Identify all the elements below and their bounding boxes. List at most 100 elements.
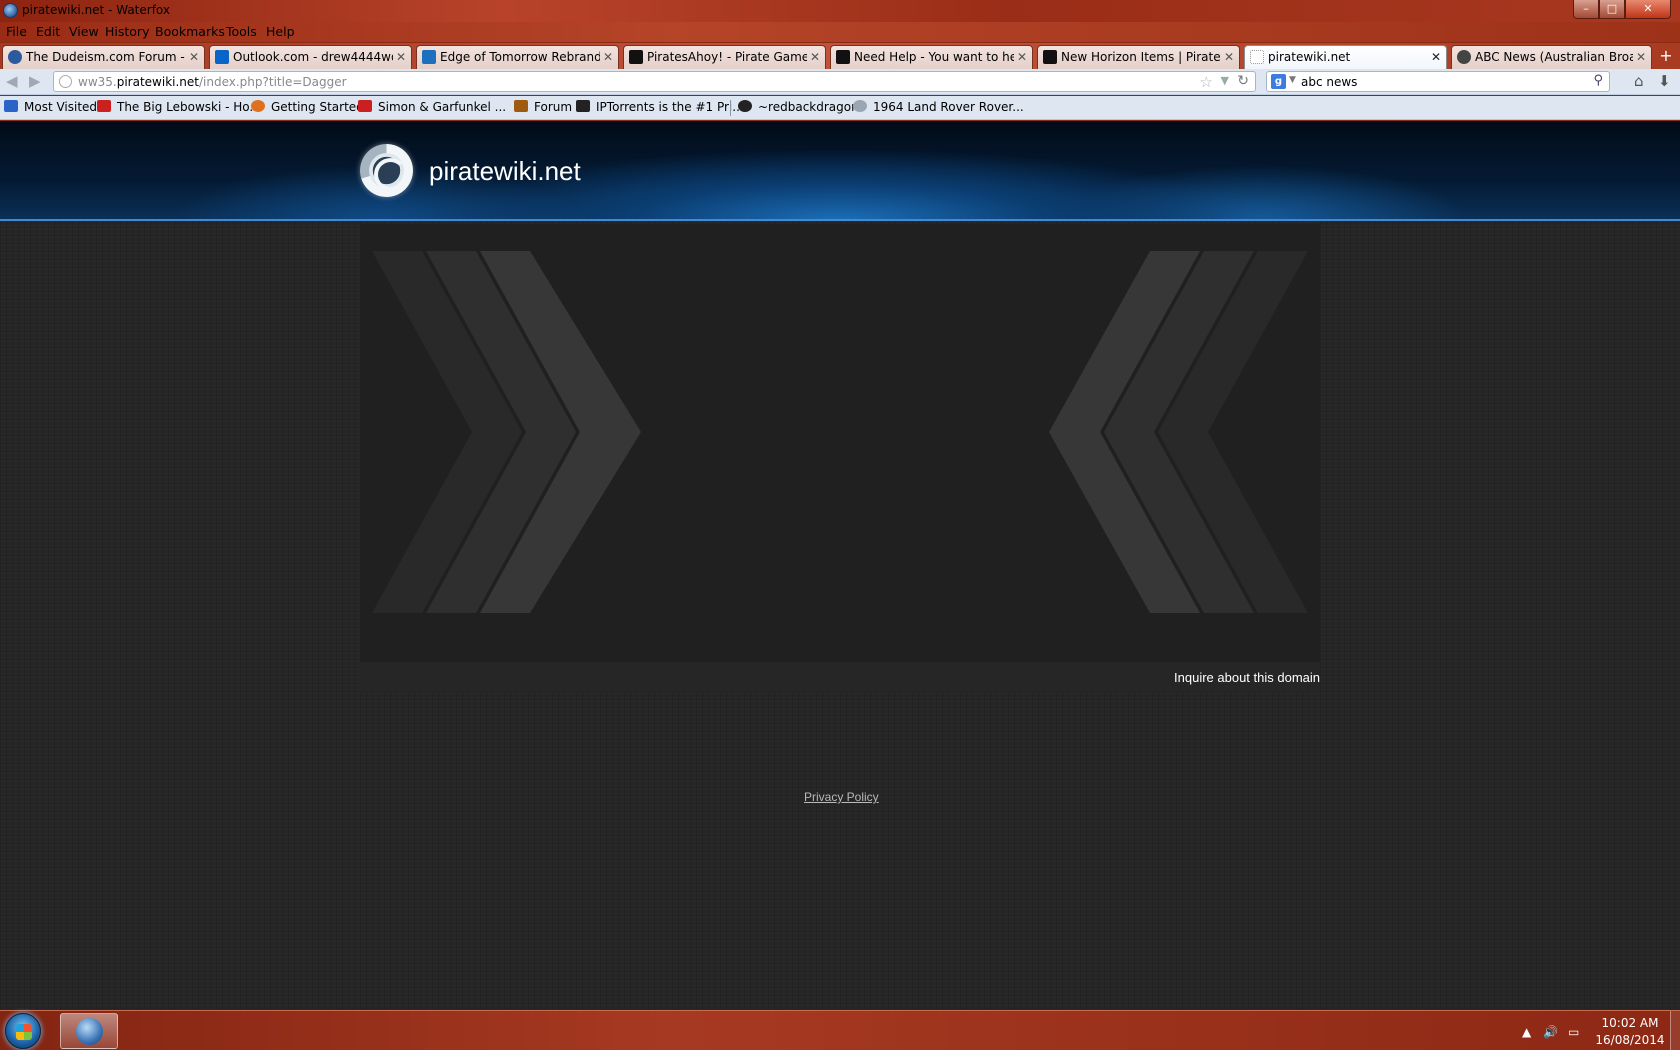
forward-button[interactable]: ▶ — [29, 72, 41, 90]
privacy-policy-link[interactable]: Privacy Policy — [804, 790, 879, 804]
maximize-icon: □ — [1606, 2, 1618, 15]
bookmark-getting-started[interactable]: Getting Started — [251, 100, 364, 114]
menu-tools[interactable]: Tools — [226, 24, 257, 39]
tab-abc-news[interactable]: ABC News (Australian Broad... ✕ — [1451, 45, 1652, 69]
menu-view[interactable]: View — [69, 24, 99, 39]
menu-history[interactable]: History — [105, 24, 149, 39]
window-title: piratewiki.net - Waterfox — [22, 3, 170, 17]
windows-logo-icon — [16, 1024, 32, 1040]
maximize-button[interactable]: □ — [1599, 0, 1625, 19]
banner-footer: Inquire about this domain — [360, 662, 1320, 692]
navigation-toolbar: ◀ ▶ ww35.piratewiki.net/index.php?title=… — [0, 69, 1680, 95]
tab-close-icon[interactable]: ✕ — [1636, 50, 1646, 64]
outlook-favicon — [215, 50, 229, 64]
bookmark-big-lebowski[interactable]: The Big Lebowski - Ho... — [97, 100, 261, 114]
back-button[interactable]: ◀ — [6, 72, 18, 90]
tab-close-icon[interactable]: ✕ — [603, 50, 613, 64]
bookmark-label: ~redbackdragon — [758, 100, 859, 114]
engine-dropdown-icon[interactable]: ▼ — [1289, 75, 1296, 85]
waterfox-globe-icon — [76, 1018, 103, 1045]
download-icon[interactable]: ⬇ — [1658, 72, 1671, 90]
bookmark-land-rover[interactable]: 1964 Land Rover Rover... — [853, 100, 1024, 114]
bookmark-simon-garfunkel[interactable]: Simon & Garfunkel ... — [358, 100, 506, 114]
tab-new-horizon[interactable]: New Horizon Items | PiratesA... ✕ — [1037, 45, 1240, 69]
url-host: piratewiki.net — [116, 75, 199, 89]
menu-bar: File Edit View History Bookmarks Tools H… — [0, 22, 1680, 42]
bookmark-label: IPTorrents is the #1 Pri... — [596, 100, 744, 114]
page-favicon — [422, 50, 436, 64]
dudeism-favicon — [8, 50, 22, 64]
most-visited-icon — [4, 100, 18, 112]
bookmark-label: Simon & Garfunkel ... — [378, 100, 507, 114]
url-bar[interactable]: ww35.piratewiki.net/index.php?title=Dagg… — [53, 71, 1256, 92]
waterfox-app-icon[interactable] — [3, 3, 18, 18]
reload-icon[interactable]: ↻ — [1237, 73, 1249, 89]
volume-icon[interactable]: 🔊 — [1543, 1025, 1558, 1039]
menu-help[interactable]: Help — [266, 24, 295, 39]
pirate-flag-favicon — [629, 50, 643, 64]
abc-favicon — [1457, 50, 1471, 64]
url-history-dropdown-icon[interactable]: ▼ — [1221, 74, 1229, 87]
tab-close-icon[interactable]: ✕ — [189, 50, 199, 64]
tab-edge-of-tomorrow[interactable]: Edge of Tomorrow Rebrands ... ✕ — [416, 45, 619, 69]
bookmark-label: Most Visited — [24, 100, 98, 114]
menu-file[interactable]: File — [6, 24, 27, 39]
menu-bookmarks[interactable]: Bookmarks — [155, 24, 225, 39]
bookmarks-separator — [730, 100, 731, 116]
inquire-domain-link[interactable]: Inquire about this domain — [1174, 670, 1320, 685]
youtube-icon — [97, 100, 111, 112]
site-logo-icon — [360, 144, 413, 197]
bookmark-label: The Big Lebowski - Ho... — [117, 100, 261, 114]
clock-date[interactable]: 16/08/2014 — [1592, 1033, 1668, 1047]
bookmark-most-visited[interactable]: Most Visited — [4, 100, 97, 114]
bookmark-redbackdragon[interactable]: ~redbackdragon — [738, 100, 859, 114]
url-path: /index.php?title=Dagger — [198, 75, 347, 89]
blank-page-favicon — [1250, 50, 1264, 64]
tab-close-icon[interactable]: ✕ — [1431, 50, 1441, 64]
bookmark-star-icon[interactable]: ☆ — [1200, 73, 1213, 91]
tab-label: Edge of Tomorrow Rebrands ... — [440, 50, 600, 64]
tab-piratesahoy[interactable]: PiratesAhoy! - Pirate Games |... ✕ — [623, 45, 826, 69]
tab-label: The Dudeism.com Forum - I... — [26, 50, 186, 64]
tray-expand-icon[interactable]: ▲ — [1522, 1025, 1531, 1039]
site-identity-icon[interactable] — [59, 75, 72, 88]
search-input[interactable] — [1301, 73, 1571, 90]
tab-piratewiki-active[interactable]: piratewiki.net ✕ — [1244, 45, 1447, 70]
domain-parking-banner — [360, 224, 1320, 662]
search-bar: g ▼ ⚲ — [1266, 71, 1610, 92]
windows-taskbar: ▲ 🔊 ▭ 10:02 AM 16/08/2014 — [0, 1010, 1680, 1050]
tab-close-icon[interactable]: ✕ — [396, 50, 406, 64]
tab-strip: The Dudeism.com Forum - I... ✕ Outlook.c… — [0, 43, 1680, 70]
network-icon[interactable]: ▭ — [1568, 1025, 1579, 1039]
menu-edit[interactable]: Edit — [36, 24, 60, 39]
page-viewport[interactable]: piratewiki.net Inquire about this domain… — [0, 121, 1680, 1010]
minimize-button[interactable]: – — [1573, 0, 1599, 19]
new-tab-button[interactable]: + — [1655, 46, 1677, 66]
tab-outlook[interactable]: Outlook.com - drew4444woo... ✕ — [209, 45, 412, 69]
start-button[interactable] — [5, 1013, 41, 1049]
show-desktop-button[interactable] — [1670, 1011, 1680, 1050]
site-header: piratewiki.net — [0, 121, 1680, 221]
url-text[interactable]: ww35.piratewiki.net/index.php?title=Dagg… — [78, 75, 347, 89]
tab-need-help[interactable]: Need Help - You want to hel... ✕ — [830, 45, 1033, 69]
bookmark-forum[interactable]: Forum — [514, 100, 572, 114]
window-titlebar[interactable]: piratewiki.net - Waterfox – □ ✕ — [0, 0, 1680, 22]
close-icon: ✕ — [1643, 2, 1653, 15]
plus-icon: + — [1659, 46, 1673, 65]
home-icon[interactable]: ⌂ — [1634, 72, 1644, 90]
tab-close-icon[interactable]: ✕ — [810, 50, 820, 64]
clock-time[interactable]: 10:02 AM — [1600, 1016, 1660, 1030]
close-window-button[interactable]: ✕ — [1625, 0, 1671, 19]
tab-label: piratewiki.net — [1268, 50, 1351, 64]
tab-dudeism[interactable]: The Dudeism.com Forum - I... ✕ — [2, 45, 205, 69]
firefox-icon — [251, 100, 265, 112]
minimize-icon: – — [1583, 2, 1589, 15]
taskbar-waterfox-button[interactable] — [60, 1013, 118, 1049]
site-name: piratewiki.net — [429, 156, 581, 186]
tab-close-icon[interactable]: ✕ — [1017, 50, 1027, 64]
tab-close-icon[interactable]: ✕ — [1224, 50, 1234, 64]
search-icon[interactable]: ⚲ — [1593, 73, 1603, 88]
google-search-engine-icon[interactable]: g — [1271, 74, 1286, 89]
bookmark-iptorrents[interactable]: IPTorrents is the #1 Pri... — [576, 100, 744, 114]
paw-icon — [738, 100, 752, 112]
